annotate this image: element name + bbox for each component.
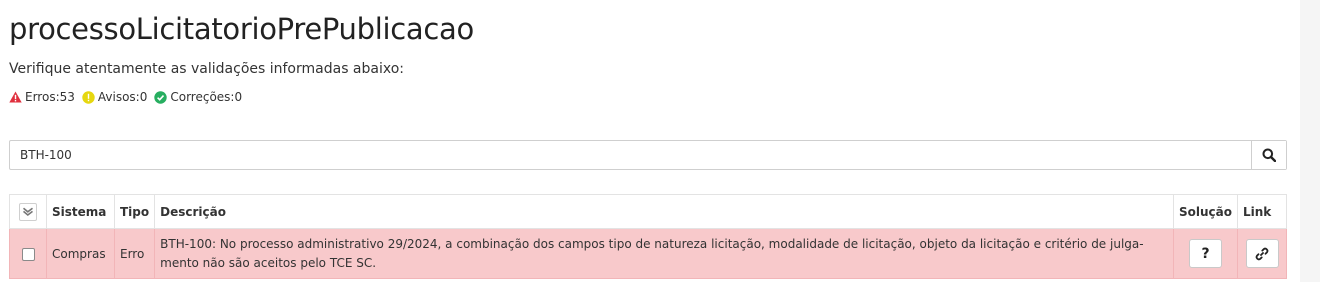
table-row: Compras Erro BTH-100: No processo admini…: [9, 228, 1287, 279]
cell-sistema: Compras: [46, 228, 115, 279]
cell-tipo: Erro: [113, 228, 156, 279]
search-input[interactable]: [10, 141, 1251, 169]
table-header-row: Sistema Tipo Descrição Solução Link: [9, 194, 1287, 229]
errors-counter: Erros:53: [9, 90, 75, 104]
scrollbar-track[interactable]: [1300, 0, 1320, 282]
header-solucao: Solução: [1173, 194, 1238, 229]
header-sistema[interactable]: Sistema: [46, 194, 115, 229]
exclamation-circle-icon: [82, 90, 95, 104]
header-tipo[interactable]: Tipo: [113, 194, 156, 229]
link-button[interactable]: [1245, 239, 1279, 268]
header-descricao[interactable]: Descrição: [154, 194, 1174, 229]
search-bar: [9, 140, 1287, 170]
select-all-button[interactable]: [19, 202, 37, 221]
row-checkbox[interactable]: [21, 247, 35, 261]
warning-triangle-icon: [9, 91, 22, 103]
question-icon: ?: [1201, 245, 1210, 262]
validations-table: Sistema Tipo Descrição Solução Link Comp…: [9, 194, 1287, 279]
corrections-label: Correções:0: [170, 90, 243, 104]
header-link: Link: [1237, 194, 1287, 229]
solution-button[interactable]: ?: [1189, 239, 1222, 268]
double-check-icon: [22, 207, 33, 217]
search-icon: [1262, 148, 1276, 162]
row-checkbox-cell: [9, 228, 47, 279]
warnings-label: Avisos:0: [97, 90, 148, 104]
errors-label: Erros:53: [25, 90, 75, 104]
corrections-counter: Correções:0: [154, 90, 242, 104]
link-icon: [1255, 247, 1269, 260]
check-circle-icon: [154, 90, 168, 104]
warnings-counter: Avisos:0: [82, 90, 147, 104]
search-button[interactable]: [1251, 141, 1286, 169]
page-title: processoLicitatorioPrePublicacao: [9, 12, 474, 46]
validation-counters: Erros:53 Avisos:0 Correções:0: [9, 90, 249, 104]
page-subtitle: Verifique atentamente as validações info…: [9, 61, 405, 77]
select-all-header: [9, 194, 47, 229]
cell-descricao: BTH-100: No processo administrativo 29/2…: [154, 228, 1174, 279]
cell-solucao: ?: [1173, 228, 1238, 279]
cell-link: [1237, 228, 1287, 279]
